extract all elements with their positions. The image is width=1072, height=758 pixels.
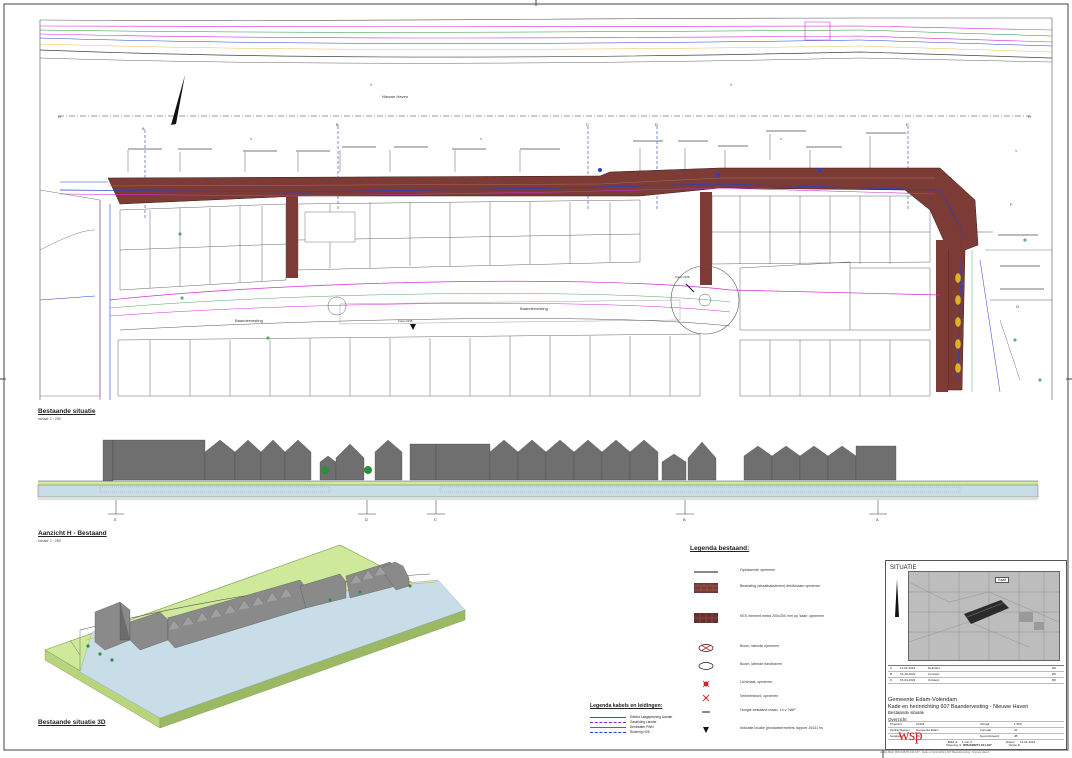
legend-item: Verkeersbord, opnemen (690, 691, 870, 705)
elev-mark-e: E (114, 517, 117, 522)
elevation-view: E D C B A (37, 439, 1039, 522)
water-wave-symbol: ≈ (370, 82, 373, 87)
legend-item: Bestrating (straatbakstenen) deklichaam … (690, 581, 870, 595)
elev-mark-b: B (683, 517, 686, 522)
wsp-logo: wsp (898, 727, 923, 744)
section-mark-h-right: H (1028, 114, 1031, 119)
triangle-icon (703, 727, 709, 733)
water-wave-symbol-6: ≈ (1015, 148, 1018, 153)
view-3d (44, 544, 466, 729)
legend-item-label: Hoogte bestaand maaiv. t.o.v. NAP (740, 708, 796, 712)
legend-item: KES element metra 200x200 mm op 'kaan' o… (690, 611, 870, 625)
legend-kabel-item: Riolering HVK (590, 730, 690, 735)
legend-kabels-title: Legenda kabels en leidingen: (590, 703, 663, 709)
section-mark-d: D (655, 122, 658, 127)
north-arrow-small-icon (895, 579, 899, 617)
legend-item-label: Verkeersbord, opnemen (740, 694, 779, 698)
key-map: Kaart (908, 571, 1060, 661)
legend-item: Boom, latende handhaven (690, 659, 870, 673)
line-black-icon (694, 571, 718, 573)
client-name: Gemeente Edam-Volendam (888, 697, 958, 703)
legend-item-label: Bestrating (straatbakstenen) deklichaam … (740, 584, 821, 588)
situation-plan: ≈ ≈ ≈ ≈ ≈ ≈ Nieuwe Haven H H A B C D E F… (39, 17, 1053, 400)
street-label-baandervesting-2: Baandervesting (520, 306, 548, 311)
legend-item: Hoogte bestaand maaiv. t.o.v. NAP (690, 705, 870, 719)
water-wave-symbol-4: ≈ (480, 136, 483, 141)
elevation-section-marks (108, 500, 887, 515)
key-map-label: Kaart (995, 577, 1010, 583)
north-arrow-icon (171, 75, 185, 125)
drawing-number: Tekening nr. WIS.D28271.101.107 Versie D (946, 743, 1020, 747)
elevation-buildings (102, 439, 897, 482)
revision-table: A 11-01-2023 Definitief RK B 15-10-2022 Conce… (888, 665, 1064, 696)
bollard-red-icon (698, 644, 714, 652)
lamp-red-icon (702, 680, 710, 688)
revision-row: C 15-03-2022 Ontwerp RK (888, 678, 1064, 684)
legend-kabels: Legenda kabels en leidingen: Elektra Laa… (590, 703, 690, 745)
brick-dark-icon (694, 613, 718, 623)
brick-hatch-icon (694, 583, 718, 593)
legend-item: Boom, latende opnemen (690, 641, 870, 655)
section-mark-f: F (1010, 202, 1013, 207)
bollard-white-icon (698, 662, 714, 670)
water-label: Nieuwe Haven (382, 94, 408, 99)
project-name: Kade en herinrichting 607 Baandervesting… (888, 703, 1029, 710)
water-wave-symbol-5: ≈ (780, 136, 783, 141)
dash-icon (702, 711, 710, 713)
title-block: SITUATIE Kaart A 11-01-2023 Definitief RK B… (885, 560, 1067, 750)
point-label-2: Kraan 0158 (398, 319, 413, 323)
elev-mark-c: C (434, 517, 437, 522)
legend-bestaand-title: Legenda bestaand: (690, 545, 750, 552)
scale-bestaande: schaal: 1 : 250 (38, 417, 61, 421)
elev-mark-a: A (876, 517, 879, 522)
legend-item: Lichtmast, opnemen (690, 677, 870, 691)
project-info: Gemeente Edam-Volendam Kade en herinrich… (888, 697, 1064, 723)
heading-bestaande-situatie: Bestaande situatie (38, 408, 96, 415)
drawing-title: Bestaande situatie (888, 710, 925, 716)
legend-item-label: Boom, latende handhaven (740, 662, 782, 666)
legend-kabel-label: Elektra Laagspanning Liander (630, 715, 673, 719)
legend-kabel-label: Gasleiding Liander (630, 720, 657, 724)
heading-aanzicht: Aanzicht H - Bestaand (38, 530, 107, 537)
section-mark-b: B (336, 122, 339, 127)
section-mark-a: A (142, 126, 145, 131)
section-mark-c: C (586, 122, 589, 127)
heading-situatie-3d: Bestaande situatie 3D (38, 719, 106, 726)
legend-item-label: KES element metra 200x200 mm op 'kaan' o… (740, 614, 825, 618)
legend-item-label: Lichtmast, opnemen (740, 680, 773, 684)
legend-kabel-label: Riolering HVK (630, 730, 651, 734)
legend-kabel-label: Drinkwater PWN (630, 725, 654, 729)
water-wave-symbol-2: ≈ (730, 82, 733, 87)
elev-mark-d: D (365, 517, 368, 522)
water-wave-symbol-3: ≈ (250, 136, 253, 141)
street-label-baandervesting-1: Baandervesting (235, 318, 263, 323)
legend-item-label: Indicatie locatie grondwatermeters rappo… (740, 726, 823, 730)
x-red-icon (702, 694, 710, 702)
legend-item-label: Boom, latende opnemen (740, 644, 780, 648)
section-mark-e: E (906, 122, 909, 127)
legend-item: Oplossende opnemen (690, 565, 870, 579)
footer-note: Huidig Blad: WIS.D28271.101.107 - Kade e… (880, 751, 990, 754)
legend-bestaand: Legenda bestaand: Oplossende opnemen Bes… (690, 545, 870, 745)
point-label-1: Kraan 0158 (675, 275, 690, 279)
scale-aanzicht: schaal: 1 : 250 (38, 539, 61, 543)
section-mark-g: G (1016, 304, 1019, 309)
legend-item-label: Oplossende opnemen (740, 568, 776, 572)
legend-item: Indicatie locatie grondwatermeters rappo… (690, 723, 870, 737)
section-mark-h-left: H (58, 114, 61, 119)
